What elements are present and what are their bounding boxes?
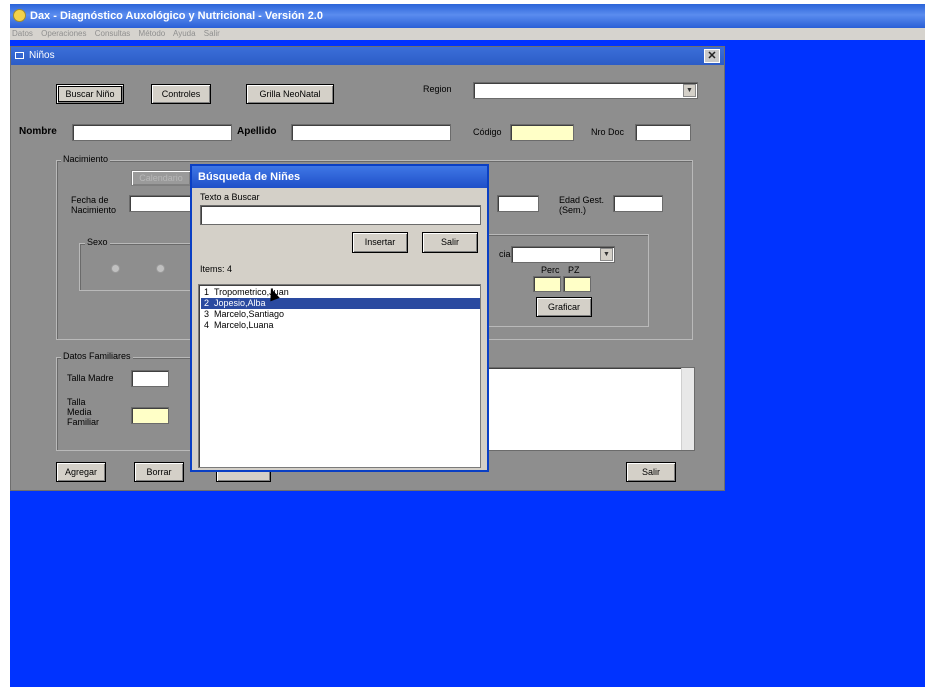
ninos-title: Niños [29, 50, 55, 61]
talla-madre-label: Talla Madre [67, 373, 114, 383]
ninos-title-bar: Niños [11, 47, 724, 65]
edad-gest-field[interactable] [613, 195, 663, 212]
scrollbar[interactable] [681, 368, 694, 450]
graficar-button[interactable]: Graficar [536, 297, 592, 317]
borrar-button[interactable]: Borrar [134, 462, 184, 482]
salir-button[interactable]: Salir [626, 462, 676, 482]
nombre-field[interactable] [72, 124, 232, 141]
edad-gest-label: Edad Gest. (Sem.) [559, 195, 605, 215]
dialog-title-bar: Búsqueda de Niñes [192, 166, 487, 188]
calendario-button[interactable]: Calendario [131, 170, 191, 186]
apellido-label: Apellido [237, 126, 277, 137]
sexo-group-title: Sexo [85, 237, 110, 247]
pz-label: PZ [568, 265, 580, 275]
results-list[interactable]: 1 Tropometrico,Juan 2 Jopesio,Alba 3 Marcel… [198, 284, 481, 468]
chevron-down-icon[interactable]: ▼ [683, 84, 696, 97]
apellido-field[interactable] [291, 124, 451, 141]
chevron-down-icon[interactable]: ▼ [600, 248, 613, 261]
menu-metodo[interactable]: Método [139, 29, 166, 38]
list-item-selected[interactable]: 2 Jopesio,Alba [201, 298, 480, 309]
datos-familiares-title: Datos Familiares [61, 351, 133, 361]
nrodoc-label: Nro Doc [591, 127, 625, 137]
codigo-label: Código [473, 127, 502, 137]
menu-bar: Datos Operaciones Consultas Método Ayuda… [10, 28, 925, 40]
nombre-label: Nombre [19, 126, 57, 137]
texto-buscar-label: Texto a Buscar [200, 192, 260, 202]
talla-media-field[interactable] [131, 407, 169, 424]
list-item[interactable]: 3 Marcelo,Santiago [201, 309, 480, 320]
menu-salir[interactable]: Salir [204, 29, 220, 38]
referencia-label: cia [499, 249, 511, 259]
talla-madre-field[interactable] [131, 370, 169, 387]
menu-ayuda[interactable]: Ayuda [173, 29, 196, 38]
busqueda-dialog: Búsqueda de Niñes Texto a Buscar Inserta… [190, 164, 489, 472]
menu-datos[interactable]: Datos [12, 29, 33, 38]
nrodoc-field[interactable] [635, 124, 691, 141]
sexo-group [79, 243, 199, 291]
grilla-neonatal-button[interactable]: Grilla NeoNatal [246, 84, 334, 104]
perc-field[interactable] [533, 276, 561, 292]
list-item[interactable]: 4 Marcelo,Luana [201, 320, 480, 331]
nacimiento-group-title: Nacimiento [61, 154, 111, 164]
buscar-nino-button[interactable]: Buscar Niño [56, 84, 124, 104]
menu-operaciones[interactable]: Operaciones [41, 29, 86, 38]
window-icon [15, 52, 24, 59]
region-select[interactable]: ▼ [473, 82, 698, 99]
agregar-button[interactable]: Agregar [56, 462, 106, 482]
fecha-nacimiento-label: Fecha de Nacimiento [71, 195, 117, 215]
sexo-radio-2[interactable] [156, 264, 165, 273]
sexo-radio-1[interactable] [111, 264, 120, 273]
insertar-button[interactable]: Insertar [352, 232, 408, 253]
edad-field[interactable] [497, 195, 539, 212]
talla-media-label: Talla Media Familiar [67, 397, 100, 427]
items-count: Items: 4 [200, 264, 233, 274]
codigo-field[interactable] [510, 124, 574, 141]
region-label: Region [423, 84, 452, 94]
perc-label: Perc [541, 265, 560, 275]
app-title: Dax - Diagnóstico Auxológico y Nutricion… [30, 10, 323, 22]
referencia-select[interactable]: ▼ [511, 246, 615, 263]
dialog-salir-button[interactable]: Salir [422, 232, 478, 253]
close-icon[interactable]: ✕ [704, 49, 720, 63]
menu-consultas[interactable]: Consultas [95, 29, 131, 38]
controles-button[interactable]: Controles [151, 84, 211, 104]
dialog-title: Búsqueda de Niñes [198, 171, 301, 183]
fecha-nacimiento-field[interactable] [129, 195, 193, 212]
observaciones-textarea[interactable] [481, 367, 695, 451]
search-input[interactable] [200, 205, 481, 225]
pz-field[interactable] [563, 276, 591, 292]
app-title-bar: Dax - Diagnóstico Auxológico y Nutricion… [10, 4, 925, 28]
list-item[interactable]: 1 Tropometrico,Juan [201, 287, 480, 298]
app-logo-icon [13, 9, 26, 22]
